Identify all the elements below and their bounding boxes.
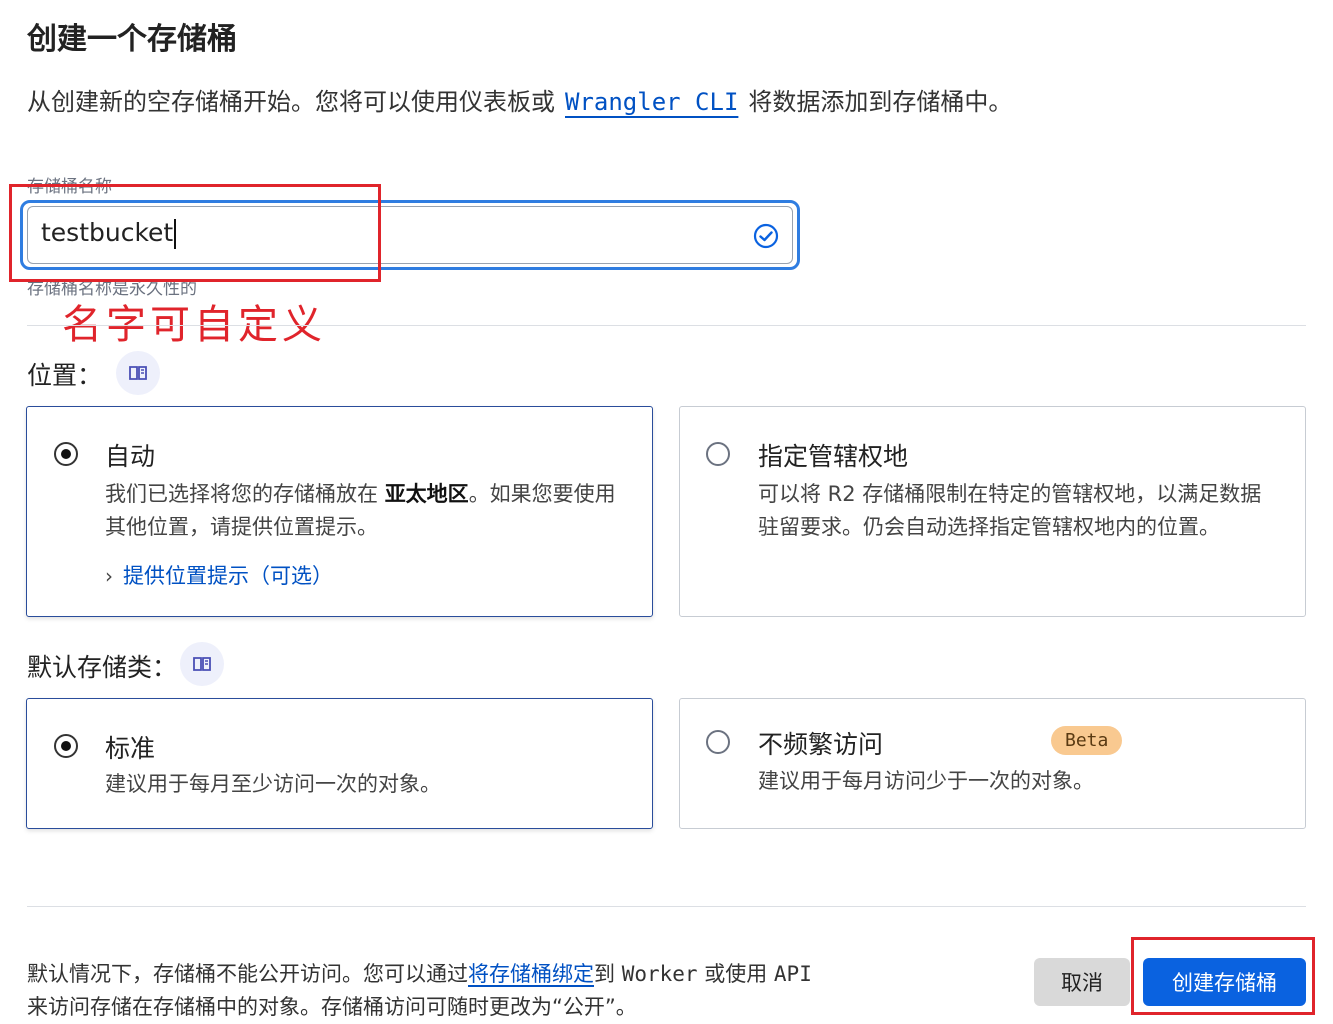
- location-hint-toggle[interactable]: › 提供位置提示（可选）: [105, 560, 333, 590]
- storage-standard-desc: 建议用于每月至少访问一次的对象。: [105, 772, 441, 796]
- page-title: 创建一个存储桶: [27, 22, 237, 57]
- radio-infrequent[interactable]: [706, 730, 730, 754]
- check-circle-icon: [753, 223, 779, 249]
- location-hint-link[interactable]: 提供位置提示（可选）: [123, 564, 333, 588]
- location-automatic-desc: 我们已选择将您的存储桶放在 亚太地区。如果您要使用其他位置，请提供位置提示。: [105, 482, 616, 539]
- storage-class-label: 默认存储类：: [27, 653, 178, 682]
- intro-after: 将数据添加到存储桶中。: [748, 88, 1013, 116]
- docs-book-icon[interactable]: [180, 642, 224, 686]
- bucket-binding-link[interactable]: 将存储桶绑定: [468, 962, 594, 986]
- divider: [27, 325, 1306, 326]
- radio-jurisdiction[interactable]: [706, 442, 730, 466]
- annotation-box-create: [1131, 937, 1315, 1015]
- storage-standard-title: 标准: [105, 734, 156, 763]
- docs-book-icon[interactable]: [116, 351, 160, 395]
- annotation-box-name: [9, 184, 381, 282]
- radio-automatic[interactable]: [54, 442, 78, 466]
- chevron-right-icon: ›: [105, 564, 113, 588]
- radio-standard[interactable]: [54, 734, 78, 758]
- location-automatic-title: 自动: [105, 442, 156, 471]
- storage-infrequent-desc: 建议用于每月访问少于一次的对象。: [758, 769, 1094, 793]
- annotation-text: 名字可自定义: [62, 302, 326, 348]
- location-jurisdiction-title: 指定管辖权地: [758, 442, 909, 471]
- wrangler-cli-link[interactable]: Wrangler CLI: [565, 88, 738, 116]
- cancel-button[interactable]: 取消: [1034, 958, 1130, 1006]
- divider: [27, 906, 1306, 907]
- storage-infrequent-title: 不频繁访问: [758, 730, 884, 759]
- location-label: 位置：: [27, 361, 103, 390]
- location-jurisdiction-desc: 可以将 R2 存储桶限制在特定的管辖权地，以满足数据驻留要求。仍会自动选择指定管…: [758, 482, 1262, 539]
- footer-note: 默认情况下，存储桶不能公开访问。您可以通过将存储桶绑定到 Worker 或使用 …: [27, 962, 812, 1019]
- storage-class-infrequent[interactable]: [679, 698, 1306, 829]
- intro-text: 从创建新的空存储桶开始。您将可以使用仪表板或 Wrangler CLI 将数据添加到…: [27, 82, 1012, 117]
- beta-badge: Beta: [1051, 726, 1123, 755]
- intro-before: 从创建新的空存储桶开始。您将可以使用仪表板或: [27, 88, 555, 116]
